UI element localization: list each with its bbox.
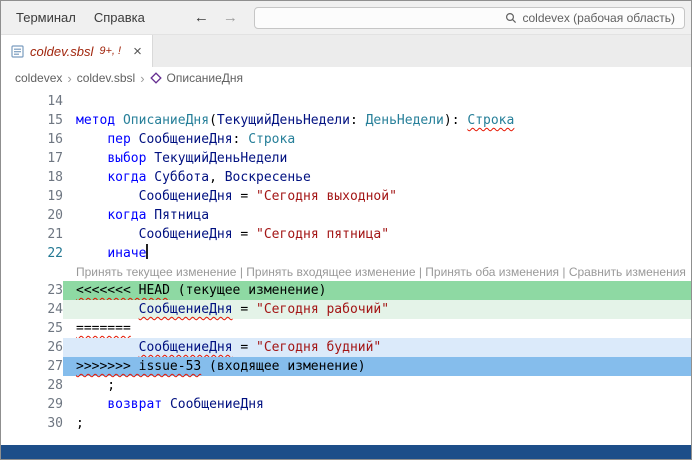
line-number: 16 <box>1 130 63 149</box>
workspace-search-box[interactable]: coldevex (рабочая область) <box>254 7 685 29</box>
line-number: 23 <box>1 281 63 300</box>
code-line-20[interactable]: 20 когда Пятница <box>1 206 691 225</box>
merge-action-0[interactable]: Принять текущее изменение <box>76 265 236 279</box>
line-number: 19 <box>1 187 63 206</box>
menu-help[interactable]: Справка <box>85 6 154 29</box>
tab-close-icon[interactable]: × <box>133 44 142 59</box>
line-number: 17 <box>1 149 63 168</box>
code-line-28[interactable]: 28 ; <box>1 376 691 395</box>
code-content: СообщениеДня = "Сегодня рабочий" <box>63 300 691 319</box>
tab-coldev-sbsl[interactable]: coldev.sbsl 9+, ! × <box>1 35 153 67</box>
titlebar: Терминал Справка ← → coldevex (рабочая о… <box>1 1 691 35</box>
codelens-separator: | <box>416 265 426 279</box>
code-content: ; <box>63 414 691 433</box>
code-content: >>>>>>> issue-53 (входящее изменение) <box>63 357 691 376</box>
line-number: 25 <box>1 319 63 338</box>
menu-terminal[interactable]: Терминал <box>7 6 85 29</box>
code-line-17[interactable]: 17 выбор ТекущийДеньНедели <box>1 149 691 168</box>
code-line-24[interactable]: 24 СообщениеДня = "Сегодня рабочий" <box>1 300 691 319</box>
code-content: когда Пятница <box>63 206 691 225</box>
app-window: Терминал Справка ← → coldevex (рабочая о… <box>0 0 692 460</box>
history-nav: ← → <box>194 9 238 26</box>
line-number: 21 <box>1 225 63 244</box>
code-content: СообщениеДня = "Сегодня будний" <box>63 338 691 357</box>
line-number: 30 <box>1 414 63 433</box>
code-line-23[interactable]: 23<<<<<<< HEAD (текущее изменение) <box>1 281 691 300</box>
chevron-right-icon: › <box>67 71 71 86</box>
code-line-27[interactable]: 27>>>>>>> issue-53 (входящее изменение) <box>1 357 691 376</box>
line-number: 22 <box>1 244 63 263</box>
text-cursor <box>146 244 148 259</box>
code-editor[interactable]: 1415метод ОписаниеДня(ТекущийДеньНедели:… <box>1 89 691 445</box>
line-number: 29 <box>1 395 63 414</box>
line-number: 27 <box>1 357 63 376</box>
code-line-16[interactable]: 16 пер СообщениеДня: Строка <box>1 130 691 149</box>
code-content: пер СообщениеДня: Строка <box>63 130 691 149</box>
code-content: иначе <box>63 244 691 263</box>
code-line-29[interactable]: 29 возврат СообщениеДня <box>1 395 691 414</box>
code-content: ======= <box>63 319 691 338</box>
menubar: Терминал Справка <box>1 6 154 29</box>
status-bar <box>1 445 691 459</box>
code-line-14[interactable]: 14 <box>1 92 691 111</box>
code-line-18[interactable]: 18 когда Суббота, Воскресенье <box>1 168 691 187</box>
line-number: 28 <box>1 376 63 395</box>
merge-action-3[interactable]: Сравнить изменения <box>569 265 686 279</box>
line-number: 15 <box>1 111 63 130</box>
line-number: 26 <box>1 338 63 357</box>
line-number: 14 <box>1 92 63 111</box>
code-content: когда Суббота, Воскресенье <box>63 168 691 187</box>
search-icon <box>505 12 517 24</box>
merge-codelens: Принять текущее изменение | Принять вход… <box>1 263 691 281</box>
back-arrow-icon[interactable]: ← <box>194 9 209 26</box>
line-number: 20 <box>1 206 63 225</box>
code-content: метод ОписаниеДня(ТекущийДеньНедели: Ден… <box>63 111 691 130</box>
code-line-21[interactable]: 21 СообщениеДня = "Сегодня пятница" <box>1 225 691 244</box>
forward-arrow-icon[interactable]: → <box>223 9 238 26</box>
code-line-26[interactable]: 26 СообщениеДня = "Сегодня будний" <box>1 338 691 357</box>
breadcrumb: coldevex › coldev.sbsl › ОписаниеДня <box>1 67 691 89</box>
code-line-30[interactable]: 30; <box>1 414 691 433</box>
line-number: 18 <box>1 168 63 187</box>
method-symbol-icon <box>150 72 162 84</box>
code-content: <<<<<<< HEAD (текущее изменение) <box>63 281 691 300</box>
code-content <box>63 92 691 111</box>
codelens-separator: | <box>559 265 569 279</box>
line-number-spacer <box>1 263 63 281</box>
code-content: СообщениеДня = "Сегодня пятница" <box>63 225 691 244</box>
code-line-15[interactable]: 15метод ОписаниеДня(ТекущийДеньНедели: Д… <box>1 111 691 130</box>
breadcrumb-symbol[interactable]: ОписаниеДня <box>167 71 243 85</box>
tab-label: coldev.sbsl <box>30 44 93 59</box>
tab-problems-badge: 9+, ! <box>99 45 121 57</box>
editor-lines: 1415метод ОписаниеДня(ТекущийДеньНедели:… <box>1 92 691 433</box>
merge-action-2[interactable]: Принять оба изменения <box>425 265 559 279</box>
tab-bar: coldev.sbsl 9+, ! × <box>1 35 691 67</box>
code-content: выбор ТекущийДеньНедели <box>63 149 691 168</box>
code-line-19[interactable]: 19 СообщениеДня = "Сегодня выходной" <box>1 187 691 206</box>
file-icon <box>11 45 24 58</box>
breadcrumb-folder[interactable]: coldevex <box>15 71 62 85</box>
codelens-separator: | <box>236 265 246 279</box>
merge-codelens-actions: Принять текущее изменение | Принять вход… <box>63 263 691 281</box>
chevron-right-icon: › <box>140 71 144 86</box>
code-content: возврат СообщениеДня <box>63 395 691 414</box>
code-content: ; <box>63 376 691 395</box>
line-number: 24 <box>1 300 63 319</box>
merge-action-1[interactable]: Принять входящее изменение <box>246 265 415 279</box>
workspace-search-text: coldevex (рабочая область) <box>522 11 675 25</box>
breadcrumb-file[interactable]: coldev.sbsl <box>77 71 135 85</box>
code-line-22[interactable]: 22 иначе <box>1 244 691 263</box>
code-line-25[interactable]: 25======= <box>1 319 691 338</box>
code-content: СообщениеДня = "Сегодня выходной" <box>63 187 691 206</box>
